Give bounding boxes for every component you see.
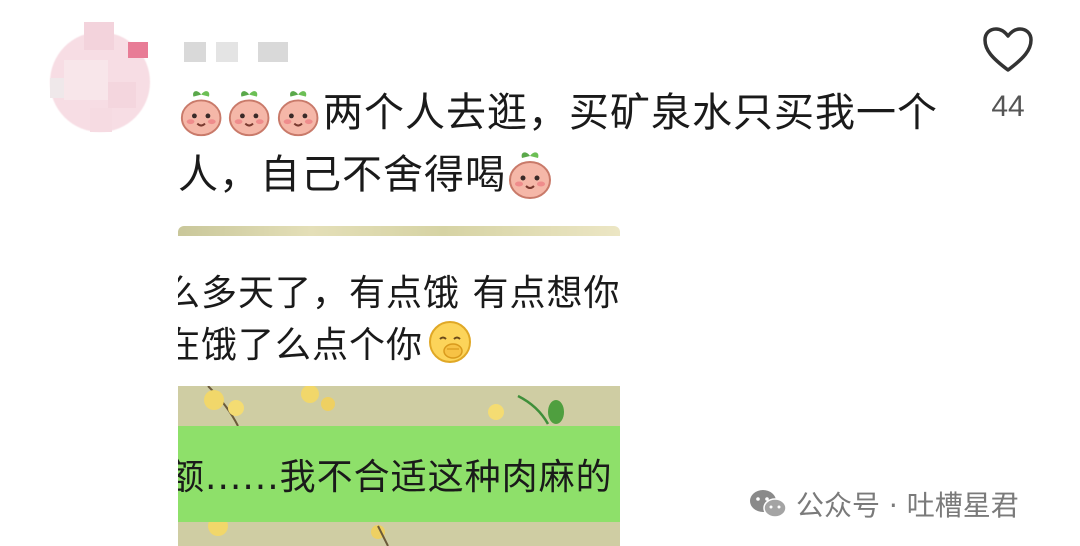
username-block <box>216 42 238 62</box>
chat-message-2: 在饿了么点个你 <box>178 316 473 368</box>
watermark: 公众号 · 吐槽星君 <box>748 484 1019 524</box>
username-block <box>184 42 206 62</box>
comment-line-1-text: 两个人去逛，买矿泉水只买我一个 <box>322 90 938 136</box>
peach-face-icon <box>180 91 222 137</box>
comment-body: 两个人去逛，买矿泉水只买我一个 人，自己不舍得喝 <box>178 82 938 206</box>
username-block <box>258 42 288 62</box>
heart-outline-icon <box>983 27 1033 72</box>
chat-message-1: 么多天了，有点饿 有点想你 <box>178 264 620 316</box>
peach-face-icon <box>229 91 270 137</box>
attached-image[interactable]: 么多天了，有点饿 有点想你 在饿了么点个你 额......我不合适这种肉麻的 <box>178 226 620 546</box>
image-top-decoration <box>178 226 620 236</box>
like-count: 44 <box>991 90 1025 123</box>
comment-line-1: 两个人去逛，买矿泉水只买我一个 <box>178 82 938 144</box>
watermark-text: 公众号 · 吐槽星君 <box>796 489 1019 522</box>
username[interactable] <box>184 42 288 64</box>
chat-message-1-text: 么多天了，有点饿 有点想你 <box>178 273 620 314</box>
chat-message-2-text: 在饿了么点个你 <box>178 325 424 366</box>
chat-bubble-green: 额......我不合适这种肉麻的 <box>178 426 620 522</box>
comment-line-2: 人，自己不舍得喝 <box>178 144 938 206</box>
comment-line-2-text: 人，自己不舍得喝 <box>178 152 506 198</box>
peach-face-icon <box>277 91 319 137</box>
wechat-icon <box>750 490 787 518</box>
chat-message-3-text: 额......我不合适这种肉麻的 <box>178 457 613 498</box>
like-button[interactable]: 44 <box>980 26 1036 124</box>
shy-face-icon <box>429 321 472 363</box>
avatar[interactable] <box>44 22 156 138</box>
peach-face-icon <box>509 152 551 199</box>
